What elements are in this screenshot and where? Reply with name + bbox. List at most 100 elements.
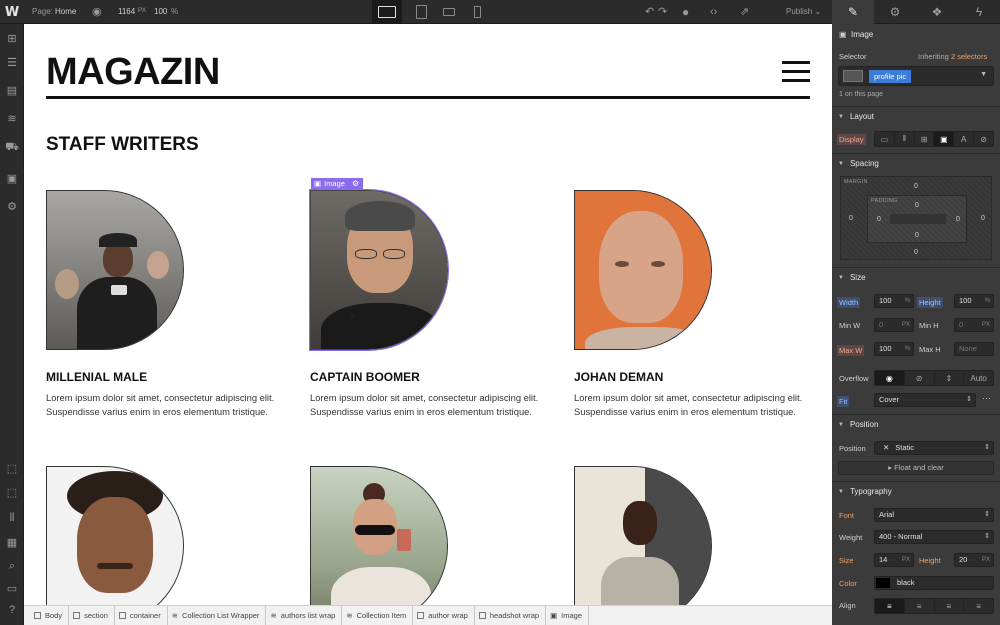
share-icon[interactable]: ⇗ bbox=[740, 5, 749, 19]
selector-field[interactable]: profile pic ▼ bbox=[838, 66, 994, 86]
position-select[interactable]: ✕ Static ⇕ bbox=[874, 441, 994, 455]
font-size-input[interactable]: 14 PX bbox=[874, 553, 914, 567]
preview-outline-icon[interactable]: ⬚ bbox=[4, 484, 20, 500]
redo-icon[interactable]: ↷ bbox=[658, 5, 667, 19]
padding-bottom-value[interactable]: 0 bbox=[915, 232, 919, 239]
breadcrumb-item-author-wrap[interactable]: author wrap bbox=[413, 605, 475, 625]
min-width-input[interactable]: 0 PX bbox=[874, 318, 914, 332]
overflow-scroll-icon[interactable]: ⇕ bbox=[935, 371, 965, 385]
line-height-input[interactable]: 20 PX bbox=[954, 553, 994, 567]
headshot-image[interactable] bbox=[46, 466, 184, 605]
padding-right-value[interactable]: 0 bbox=[956, 216, 960, 223]
publish-button[interactable]: Publish ⌄ bbox=[770, 7, 821, 16]
brand-logo-text[interactable]: MAGAZIN bbox=[46, 52, 220, 92]
tablet-breakpoint-button[interactable] bbox=[406, 0, 436, 24]
position-section-header[interactable]: ▼ Position bbox=[832, 414, 1000, 434]
breadcrumb-item-body[interactable]: Body bbox=[30, 605, 70, 625]
breadcrumb-item-container[interactable]: container bbox=[115, 605, 168, 625]
typography-section-header[interactable]: ▼ Typography bbox=[832, 481, 1000, 501]
grid-lines-icon[interactable]: ⦀ bbox=[4, 510, 20, 526]
align-left-icon[interactable]: ≡ bbox=[875, 599, 905, 613]
hamburger-menu-icon[interactable] bbox=[782, 61, 810, 83]
mobile-landscape-breakpoint-button[interactable] bbox=[434, 0, 464, 24]
color-swatch[interactable] bbox=[876, 578, 890, 588]
min-height-input[interactable]: 0 PX bbox=[954, 318, 994, 332]
desktop-breakpoint-button[interactable] bbox=[372, 0, 402, 24]
font-label[interactable]: Font bbox=[839, 511, 854, 520]
max-width-label[interactable]: Max W bbox=[837, 345, 865, 356]
display-none-icon[interactable]: ⊘ bbox=[974, 132, 993, 146]
undo-icon[interactable]: ↶ bbox=[645, 5, 654, 19]
display-grid-icon[interactable]: ⊞ bbox=[915, 132, 935, 146]
writer-name[interactable]: CAPTAIN BOOMER bbox=[310, 370, 420, 384]
settings-gear-icon[interactable]: ⚙ bbox=[4, 198, 20, 214]
selected-element-badge[interactable]: ▣ Image ⚙ bbox=[311, 178, 364, 190]
canvas-width[interactable]: 1164 bbox=[118, 7, 135, 16]
display-flex-icon[interactable]: ⫴ bbox=[895, 132, 915, 146]
align-center-icon[interactable]: ≡ bbox=[905, 599, 935, 613]
headshot-image[interactable] bbox=[310, 466, 448, 605]
page-selector[interactable]: Home bbox=[55, 7, 76, 16]
inheriting-count[interactable]: 2 selectors bbox=[951, 52, 987, 61]
size-section-header[interactable]: ▼ Size bbox=[832, 267, 1000, 287]
headshot-image[interactable] bbox=[574, 466, 712, 605]
settings-panel-tab[interactable]: ⚙ bbox=[874, 0, 916, 24]
font-family-select[interactable]: Arial ⇕ bbox=[874, 508, 994, 522]
overflow-hidden-icon[interactable]: ⊘ bbox=[905, 371, 935, 385]
align-justify-icon[interactable]: ≡ bbox=[964, 599, 993, 613]
select-element-icon[interactable]: ⬚ bbox=[4, 460, 20, 476]
object-fit-select[interactable]: Cover ⇕ bbox=[874, 393, 976, 407]
margin-top-value[interactable]: 0 bbox=[914, 183, 918, 190]
pages-icon[interactable]: ▤ bbox=[4, 82, 20, 98]
add-elements-icon[interactable]: ⊞ bbox=[4, 30, 20, 46]
writer-bio[interactable]: Lorem ipsum dolor sit amet, consectetur … bbox=[574, 391, 812, 418]
video-tutorial-icon[interactable]: ▭ bbox=[4, 580, 20, 596]
breadcrumb-item-collection-list-wrapper[interactable]: ≋ Collection List Wrapper bbox=[168, 605, 267, 625]
code-export-icon[interactable]: ‹› bbox=[710, 5, 717, 19]
writer-bio[interactable]: Lorem ipsum dolor sit amet, consectetur … bbox=[310, 391, 548, 418]
breadcrumb-item-image[interactable]: ▣ Image bbox=[546, 605, 590, 625]
ecommerce-icon[interactable]: ⛟ bbox=[4, 140, 20, 156]
style-panel-tab[interactable]: ✎ bbox=[832, 0, 874, 24]
style-manager-panel-tab[interactable]: ❖ bbox=[916, 0, 958, 24]
writer-name[interactable]: MILLENIAL MALE bbox=[46, 370, 147, 384]
breadcrumb-item-headshot-wrap[interactable]: headshot wrap bbox=[475, 605, 547, 625]
selector-chip[interactable]: profile pic bbox=[869, 70, 912, 83]
width-label[interactable]: Width bbox=[837, 297, 861, 308]
navigator-icon[interactable]: ☰ bbox=[4, 54, 20, 70]
breadcrumb-item-collection-item[interactable]: ≋ Collection Item bbox=[342, 605, 414, 625]
display-inline-block-icon[interactable]: ▣ bbox=[934, 132, 955, 146]
canvas-zoom[interactable]: 100 bbox=[154, 7, 167, 16]
mobile-portrait-breakpoint-button[interactable] bbox=[462, 0, 492, 24]
padding-top-value[interactable]: 0 bbox=[915, 202, 919, 209]
cms-icon[interactable]: ≋ bbox=[4, 110, 20, 126]
fit-label[interactable]: Fit bbox=[837, 396, 850, 407]
search-icon[interactable]: ⌕ bbox=[4, 558, 20, 574]
preview-eye-icon[interactable]: ◉ bbox=[92, 5, 102, 19]
max-height-input[interactable]: None bbox=[954, 342, 994, 356]
assets-icon[interactable]: ▣ bbox=[4, 170, 20, 186]
margin-left-value[interactable]: 0 bbox=[849, 215, 853, 222]
help-icon[interactable]: ? bbox=[4, 602, 20, 618]
align-right-icon[interactable]: ≡ bbox=[935, 599, 965, 613]
section-title[interactable]: STAFF WRITERS bbox=[46, 134, 199, 156]
text-color-input[interactable]: black bbox=[874, 576, 994, 590]
display-label[interactable]: Display bbox=[837, 134, 866, 145]
height-input[interactable]: 100% bbox=[954, 294, 994, 308]
design-canvas[interactable]: MAGAZIN STAFF WRITERS MILLENIAL MALE Lor… bbox=[24, 24, 832, 605]
writer-bio[interactable]: Lorem ipsum dolor sit amet, consectetur … bbox=[46, 391, 284, 418]
interactions-panel-tab[interactable]: ϟ bbox=[958, 0, 1000, 24]
width-input[interactable]: 100% bbox=[874, 294, 914, 308]
overflow-auto-option[interactable]: Auto bbox=[964, 371, 993, 385]
more-options-icon[interactable]: ⋯ bbox=[982, 393, 991, 404]
float-and-clear-toggle[interactable]: ▸ Float and clear bbox=[838, 461, 994, 475]
audit-icon[interactable]: ▦ bbox=[4, 534, 20, 550]
display-inline-icon[interactable]: A bbox=[954, 132, 975, 146]
breadcrumb-item-authors-list-wrap[interactable]: ≋ authors list wrap bbox=[266, 605, 343, 625]
headshot-image[interactable] bbox=[309, 189, 449, 351]
font-size-label[interactable]: Size bbox=[839, 556, 854, 565]
height-label[interactable]: Height bbox=[917, 297, 943, 308]
overflow-visible-eye-icon[interactable]: ◉ bbox=[875, 371, 905, 385]
spacing-section-header[interactable]: ▼ Spacing bbox=[832, 153, 1000, 173]
element-settings-gear-icon[interactable]: ⚙ bbox=[352, 178, 359, 190]
